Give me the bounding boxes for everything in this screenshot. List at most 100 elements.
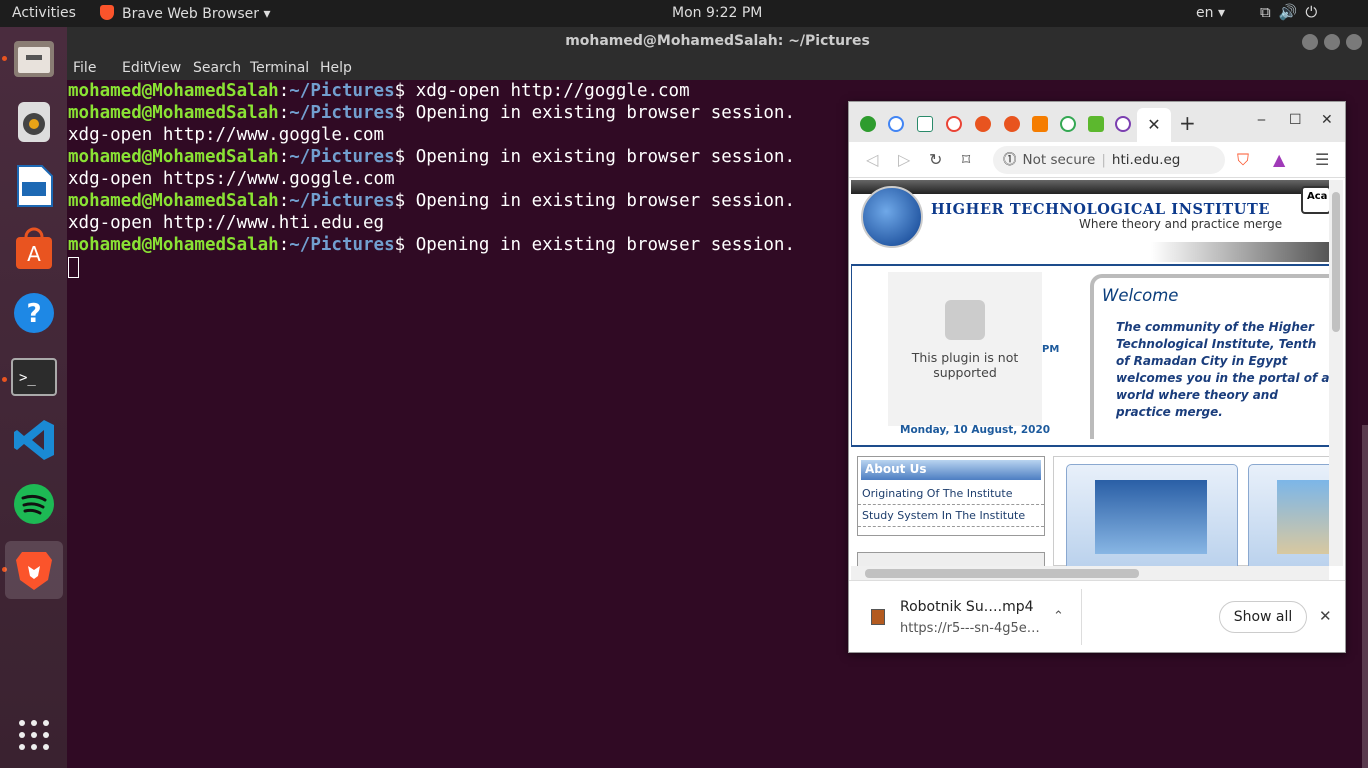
back-icon[interactable]: ◁	[866, 150, 878, 169]
brave-icon	[100, 5, 114, 20]
tab-google-icon[interactable]	[888, 116, 904, 132]
clock[interactable]: Mon 9:22 PM	[672, 5, 762, 21]
vertical-scrollbar[interactable]	[1329, 180, 1343, 566]
help-icon[interactable]: ?	[5, 284, 63, 342]
address-bar[interactable]: ⓵ Not secure | hti.edu.eg	[993, 146, 1225, 174]
campus-photo	[1277, 480, 1329, 554]
bookmark-icon[interactable]: ⌑	[962, 150, 970, 169]
menu-view[interactable]: View	[148, 60, 181, 76]
system-tray[interactable]: ⧉🔊⏻	[1260, 3, 1325, 21]
svg-text:?: ?	[26, 299, 41, 329]
video-file-icon	[871, 609, 885, 625]
app-name: Brave Web Browser	[122, 6, 259, 22]
download-url: https://r5---sn-4g5e…	[900, 621, 1040, 636]
plugin-message: This plugin is not supported	[911, 350, 1019, 380]
minimize-button[interactable]: ‒	[1257, 112, 1266, 128]
tab-close-icon[interactable]: ✕	[1147, 115, 1160, 134]
download-filename[interactable]: Robotnik Su….mp4	[900, 599, 1034, 615]
brave-shields-icon[interactable]: ⛉	[1237, 150, 1249, 170]
language-label: en	[1196, 5, 1214, 21]
prompt-colon: :	[278, 235, 290, 255]
menu-help[interactable]: Help	[320, 60, 352, 76]
terminal-icon[interactable]: >_	[5, 348, 63, 406]
terminal-cursor	[68, 256, 79, 278]
tab-google-icon[interactable]	[1060, 116, 1076, 132]
menu-edit[interactable]: Edit	[122, 60, 149, 76]
close-button[interactable]	[1346, 34, 1362, 50]
reload-icon[interactable]: ↻	[929, 150, 942, 169]
menu-icon[interactable]: ☰	[1315, 150, 1329, 169]
prompt-colon: :	[278, 191, 290, 211]
not-secure-label: Not secure	[1022, 152, 1096, 168]
scrollbar-thumb[interactable]	[1332, 192, 1340, 332]
tab-blogger-icon[interactable]	[1032, 116, 1048, 132]
chevron-up-icon[interactable]: ⌃	[1053, 609, 1064, 624]
new-tab-button[interactable]: +	[1179, 111, 1196, 135]
line-text: $ xdg-open http://goggle.com	[394, 81, 690, 101]
brave-dock-icon[interactable]	[5, 541, 63, 599]
active-tab[interactable]: ✕	[1137, 108, 1171, 142]
tab-favicon-icon[interactable]	[1115, 116, 1131, 132]
menu-terminal[interactable]: Terminal	[250, 60, 309, 76]
power-icon[interactable]: ⏻	[1305, 3, 1325, 21]
prompt-user: mohamed@MohamedSalah	[68, 191, 279, 211]
svg-text:A: A	[27, 242, 41, 266]
photo-card[interactable]	[1248, 464, 1329, 566]
welcome-text: The community of the Higher Technologica…	[1116, 320, 1329, 419]
network-icon[interactable]: ⧉	[1260, 3, 1279, 21]
horizontal-scrollbar[interactable]	[851, 566, 1329, 580]
terminal-scrollbar[interactable]	[1362, 425, 1368, 768]
ubuntu-software-icon[interactable]: A	[5, 220, 63, 278]
tab-ask-icon[interactable]	[1004, 116, 1020, 132]
libreoffice-impress-icon[interactable]	[5, 157, 63, 215]
brave-rewards-icon[interactable]: ▲	[1273, 150, 1285, 169]
warning-icon[interactable]: ⓵	[1003, 152, 1017, 168]
dock: A ? >_	[0, 27, 67, 768]
maximize-button[interactable]: ☐	[1289, 112, 1302, 128]
rhythmbox-icon[interactable]	[5, 93, 63, 151]
show-applications-icon[interactable]	[5, 706, 63, 764]
close-shelf-icon[interactable]: ✕	[1319, 607, 1332, 625]
window-controls	[1302, 34, 1362, 50]
chevron-down-icon: ▾	[1217, 5, 1225, 21]
institute-name: HIGHER TECHNOLOGICAL INSTITUTE	[931, 201, 1271, 218]
about-link-originating[interactable]: Originating Of The Institute	[858, 483, 1044, 505]
web-page[interactable]: HIGHER TECHNOLOGICAL INSTITUTE Where the…	[851, 180, 1329, 566]
minimize-button[interactable]	[1302, 34, 1318, 50]
show-all-button[interactable]: Show all	[1219, 601, 1307, 633]
scrollbar-thumb[interactable]	[865, 569, 1139, 578]
tab-ut-icon[interactable]	[917, 116, 933, 132]
vscode-icon[interactable]	[5, 411, 63, 469]
about-link-study-system[interactable]: Study System In The Institute	[858, 505, 1044, 527]
maximize-button[interactable]	[1324, 34, 1340, 50]
menu-search[interactable]: Search	[193, 60, 241, 76]
prompt-user: mohamed@MohamedSalah	[68, 81, 279, 101]
volume-icon[interactable]: 🔊	[1279, 3, 1306, 21]
forward-icon[interactable]: ▷	[898, 150, 910, 169]
menu-file[interactable]: File	[73, 60, 96, 76]
prompt-path: ~/Pictures	[289, 235, 395, 255]
files-icon[interactable]	[5, 30, 63, 88]
line-text: $ Opening in existing browser session.	[394, 191, 795, 211]
site-header: HIGHER TECHNOLOGICAL INSTITUTE Where the…	[851, 180, 1329, 262]
plugin-placeholder: This plugin is not supported	[888, 272, 1042, 426]
language-indicator[interactable]: en ▾	[1196, 5, 1225, 21]
spotify-icon[interactable]	[5, 475, 63, 533]
tab-download-icon[interactable]	[1088, 116, 1104, 132]
tab-ask-icon[interactable]	[975, 116, 991, 132]
tab-favicon-icon[interactable]	[860, 116, 876, 132]
photo-card[interactable]	[1066, 464, 1238, 566]
prompt-colon: :	[278, 103, 290, 123]
tab-strip: ✕ + ‒ ☐ ✕	[849, 102, 1345, 142]
puzzle-icon	[945, 300, 985, 340]
header-strip	[1151, 242, 1329, 262]
aca-tab[interactable]: Aca	[1301, 186, 1329, 214]
browser-toolbar: ◁ ▷ ↻ ⌑ ⓵ Not secure | hti.edu.eg ⛉ ▲ ☰	[849, 142, 1345, 178]
institute-logo[interactable]	[861, 186, 923, 248]
tab-google-icon[interactable]	[946, 116, 962, 132]
activities-button[interactable]: Activities	[12, 5, 76, 21]
terminal-titlebar[interactable]: mohamed@MohamedSalah: ~/Pictures	[67, 27, 1368, 56]
app-menu[interactable]: Brave Web Browser ▾	[100, 5, 270, 22]
url-separator: |	[1101, 152, 1106, 168]
close-button[interactable]: ✕	[1321, 112, 1333, 128]
